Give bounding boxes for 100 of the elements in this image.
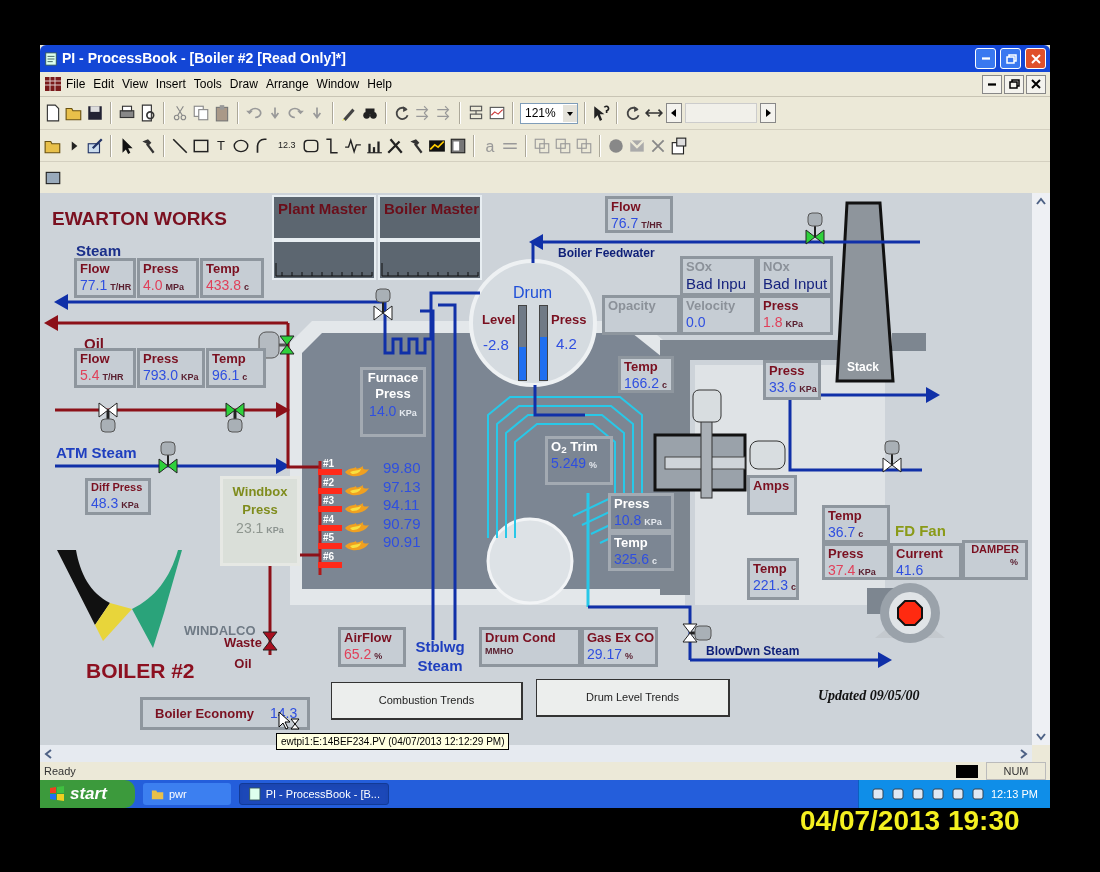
burner-icon	[318, 524, 342, 531]
text-tool[interactable]: T	[213, 134, 229, 157]
zoom-dropdown[interactable]: 121%	[520, 102, 578, 124]
properties-icon[interactable]	[670, 136, 689, 155]
save-icon[interactable]	[86, 104, 104, 122]
menu-item[interactable]: Arrange	[261, 75, 313, 93]
burner-value: 94.11	[383, 495, 420, 516]
section-label: Steam	[76, 241, 122, 261]
unit-label: KPa	[266, 523, 284, 537]
edit-drawing-icon[interactable]	[86, 136, 104, 155]
readout-label: NOx	[763, 259, 791, 276]
cycle-icon[interactable]	[393, 104, 411, 122]
trend-window-icon[interactable]	[488, 104, 506, 122]
close-button[interactable]	[1026, 74, 1046, 94]
window-title: PI - ProcessBook - [Boiler #2 [Read Only]*]	[62, 49, 347, 68]
crossed-tools-icon[interactable]	[386, 136, 405, 155]
scroll-left-icon[interactable]	[44, 748, 52, 759]
left-arrow-icon	[670, 108, 678, 118]
menu-item[interactable]: View	[118, 75, 152, 93]
trend-icon[interactable]	[344, 136, 363, 155]
valve-icon	[682, 623, 712, 643]
unit-label: MMHO	[485, 646, 514, 658]
trend-button[interactable]: Combustion Trends	[331, 682, 523, 720]
menu-item[interactable]: Help	[363, 75, 396, 93]
taskbar-item[interactable]: PI - ProcessBook - [B...	[239, 783, 389, 805]
scroll-right-icon[interactable]	[1020, 748, 1028, 759]
new-file-icon[interactable]	[44, 104, 62, 122]
readout-label: SOx	[686, 259, 713, 276]
menu-item[interactable]: Tools	[189, 75, 226, 93]
taskbar-item[interactable]: pwr	[143, 783, 231, 805]
master-label: Boiler Master	[384, 200, 480, 217]
readout-label: Press	[143, 351, 180, 368]
gauge-label: Press	[551, 311, 587, 329]
symbols-icon[interactable]	[449, 136, 468, 155]
menu-item[interactable]: File	[62, 75, 90, 93]
menu-item[interactable]: Window	[312, 75, 364, 93]
readout-value: 14.0	[369, 402, 397, 420]
readout-label: Drum Cond	[485, 630, 557, 647]
equipment-label: FD Fan	[895, 521, 946, 541]
restore-button[interactable]	[1004, 74, 1024, 94]
line-label: Stblwg Steam	[414, 638, 466, 676]
start-button[interactable]: start	[40, 780, 135, 808]
readout-value: 433.8	[206, 277, 242, 295]
readout-label: Velocity	[686, 298, 737, 315]
pipe	[533, 385, 585, 417]
readout-value: 76.7	[611, 215, 639, 233]
restore-icon	[1007, 77, 1021, 91]
readout-label: Press	[143, 261, 180, 278]
hammer-icon[interactable]	[139, 136, 157, 155]
readout-label: Boiler Economy	[155, 704, 254, 723]
unit-label: c	[858, 529, 864, 541]
burner-icon	[318, 562, 342, 568]
document-icon[interactable]	[44, 76, 62, 92]
sphere-icon[interactable]	[607, 136, 626, 155]
print-preview-icon[interactable]	[139, 104, 157, 122]
unit-label: MPa	[165, 282, 184, 294]
valve-icon	[158, 441, 178, 474]
burner-value: 90.91	[383, 532, 421, 553]
readout-label: Temp	[753, 561, 788, 578]
readout-label: Press	[614, 496, 651, 513]
menu-item[interactable]: Draw	[225, 75, 262, 93]
burner-icon	[318, 469, 342, 475]
scroll-down-icon[interactable]	[1036, 733, 1046, 741]
gauge-label: Level	[482, 311, 516, 329]
help-pointer-icon[interactable]	[592, 104, 610, 122]
readout-value: 793.0	[143, 367, 179, 385]
value-tool[interactable]: 12.3	[273, 134, 300, 157]
readout-label: Press	[769, 363, 806, 380]
minimize-button[interactable]	[982, 74, 1002, 94]
burner-value: 97.13	[383, 476, 421, 497]
menu-item[interactable]: Insert	[151, 75, 190, 93]
readout-label: Opacity	[608, 298, 657, 315]
readout-label: Press	[828, 546, 865, 563]
line-icon[interactable]	[171, 136, 189, 155]
menu-item[interactable]: Edit	[89, 75, 119, 93]
zoom-value: 121%	[525, 105, 556, 122]
copy-icon[interactable]	[192, 104, 210, 122]
scroll-up-icon[interactable]	[1036, 197, 1046, 205]
horizontal-scrollbar[interactable]	[40, 745, 1032, 762]
readout-label: Temp	[828, 508, 863, 525]
scroll-left-button[interactable]	[666, 103, 682, 123]
paste-icon[interactable]	[213, 104, 231, 122]
vertical-scrollbar[interactable]	[1032, 193, 1050, 745]
readout-value: Bad Inpu	[686, 275, 747, 294]
align-icon[interactable]	[467, 104, 485, 122]
unit-label: c	[244, 282, 250, 294]
trend-button[interactable]: Drum Level Trends	[536, 679, 730, 717]
readout-label: AirFlow	[344, 630, 393, 647]
burner-icon	[318, 543, 342, 550]
readout-label: Temp	[614, 535, 649, 552]
minimize-icon	[981, 57, 990, 60]
cycle-icon[interactable]	[624, 104, 642, 122]
scroll-right-button[interactable]	[760, 103, 776, 123]
scroll-track[interactable]	[685, 103, 757, 123]
flue-duct	[892, 333, 926, 351]
readout-value: 96.1	[212, 367, 240, 385]
app-icon	[248, 787, 262, 801]
unit-label: KPa	[799, 384, 817, 396]
cut-icon[interactable]	[171, 104, 189, 122]
unit-label: c	[242, 372, 248, 384]
